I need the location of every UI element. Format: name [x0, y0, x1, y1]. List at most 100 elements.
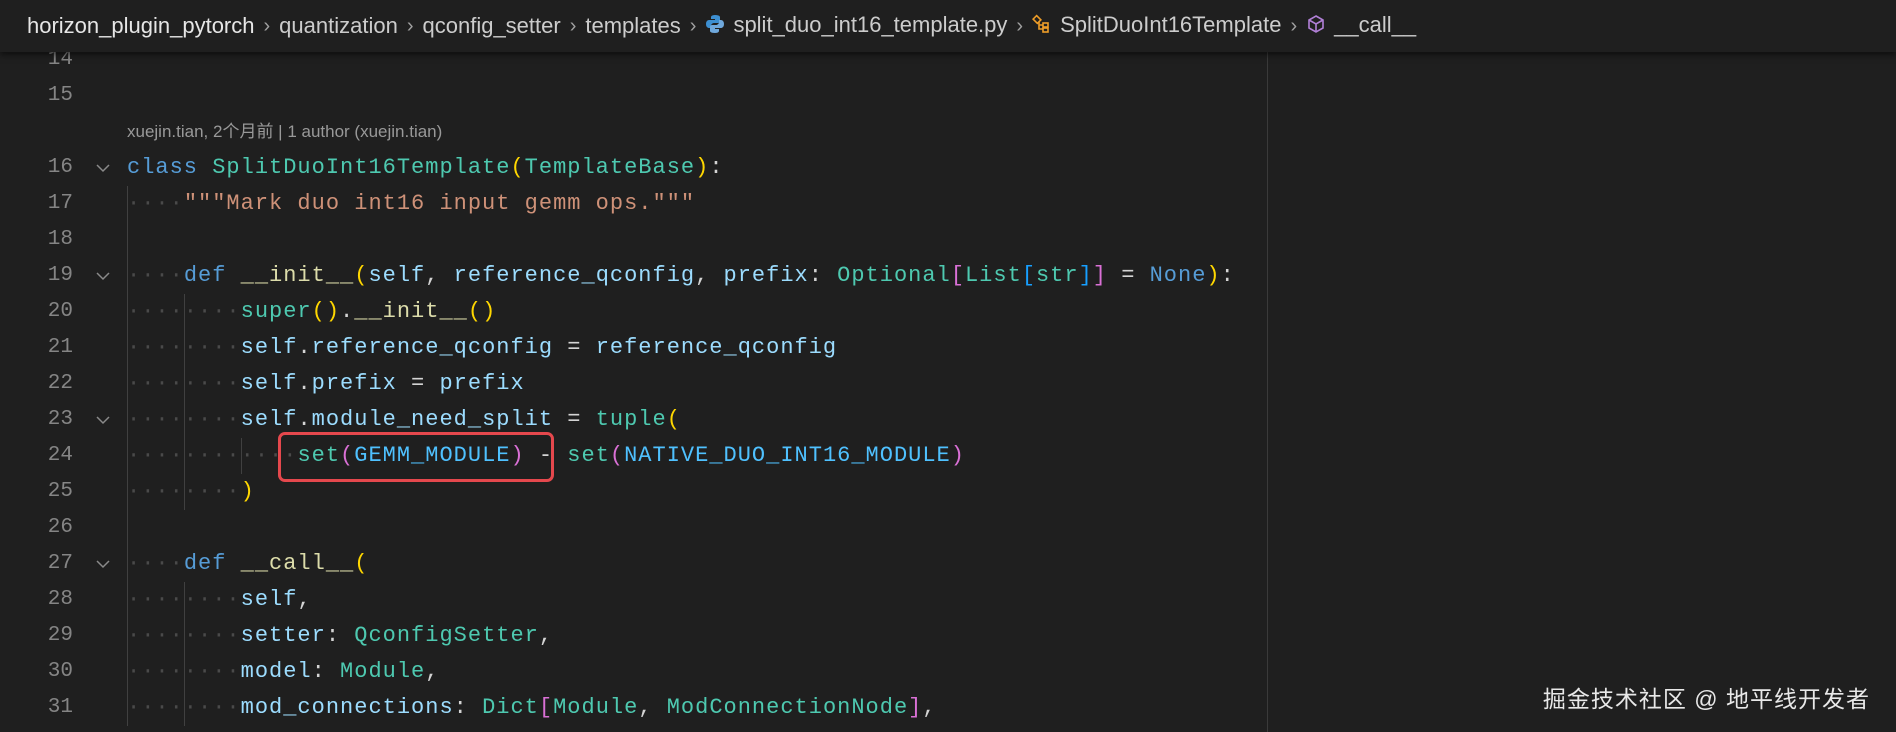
chevron-right-icon: › [406, 14, 414, 37]
code-line[interactable]: 15 [0, 78, 1267, 114]
breadcrumb-item[interactable]: SplitDuoInt16Template [1032, 12, 1281, 39]
token-punct: = [553, 335, 596, 360]
token-var: setter [240, 623, 326, 648]
code-line[interactable]: 25 ········) [0, 474, 1267, 510]
token-ws: ···· [127, 191, 184, 216]
code-line[interactable]: 31 ········mod_connections: Dict[Module, … [0, 690, 1267, 726]
token-var: module_need_split [311, 407, 554, 432]
breadcrumb-item[interactable]: templates [585, 13, 680, 39]
code-line[interactable]: 22 ········self.prefix = prefix [0, 366, 1267, 402]
token-cls: super [240, 299, 312, 324]
indent-guide [127, 222, 128, 258]
codelens-text[interactable]: xuejin.tian, 2个月前 | 1 author (xuejin.tia… [127, 114, 442, 150]
code-text[interactable]: class SplitDuoInt16Template(TemplateBase… [127, 150, 724, 186]
code-line[interactable]: 29 ········setter: QconfigSetter, [0, 618, 1267, 654]
code-text[interactable]: ········self, [127, 582, 312, 618]
breadcrumb-item[interactable]: quantization [279, 13, 398, 39]
breadcrumb-item[interactable]: split_duo_int16_template.py [705, 12, 1007, 39]
fold-chevron-icon[interactable] [94, 160, 112, 176]
fold-chevron-icon[interactable] [94, 556, 112, 572]
chevron-right-icon: › [569, 14, 577, 37]
token-cls: List [964, 263, 1022, 288]
code-text[interactable]: ········model: Module, [127, 654, 439, 690]
token-cls: TemplateBase [524, 155, 696, 180]
code-text[interactable]: ········mod_connections: Dict[Module, Mo… [127, 690, 937, 726]
line-number: 27 [47, 552, 73, 575]
code-text[interactable]: ····"""Mark duo int16 input gemm ops.""" [127, 186, 695, 222]
editor-split-divider[interactable] [1267, 52, 1268, 732]
code-text[interactable]: ····def __init__(self, reference_qconfig… [127, 258, 1235, 294]
line-number: 20 [47, 300, 73, 323]
token-punct: = [1107, 263, 1150, 288]
line-number: 24 [47, 444, 73, 467]
breadcrumb-label: quantization [279, 13, 398, 38]
token-ws: ········ [127, 623, 241, 648]
code-text[interactable]: ········super().__init__() [127, 294, 496, 330]
token-var: reference_qconfig [311, 335, 554, 360]
code-line[interactable]: 21 ········self.reference_qconfig = refer… [0, 330, 1267, 366]
breadcrumb-item[interactable]: __call__ [1306, 12, 1416, 39]
token-b1: ( [354, 263, 369, 288]
code-line[interactable]: 30 ········model: Module, [0, 654, 1267, 690]
token-punct: : [808, 263, 838, 288]
code-text[interactable]: ········self.prefix = prefix [127, 366, 525, 402]
token-var: self [368, 263, 426, 288]
token-punct: . [297, 407, 312, 432]
code-line[interactable]: 28 ········self, [0, 582, 1267, 618]
breadcrumb-item[interactable]: horizon_plugin_pytorch [27, 13, 255, 39]
code-text[interactable]: ········self.reference_qconfig = referen… [127, 330, 837, 366]
codelens-blame[interactable]: xuejin.tian, 2个月前 | 1 author (xuejin.tia… [0, 114, 1267, 150]
line-number: 21 [47, 336, 73, 359]
token-kw: def [183, 551, 241, 576]
chevron-right-icon: › [1290, 14, 1298, 37]
token-b1: ( [354, 551, 369, 576]
line-number: 30 [47, 660, 73, 683]
token-ws: ········ [127, 479, 241, 504]
token-cls: str [1035, 263, 1079, 288]
code-line[interactable]: 27 ····def __call__( [0, 546, 1267, 582]
token-punct: , [538, 623, 554, 648]
token-b2: ] [908, 695, 923, 720]
token-punct: , [425, 659, 440, 684]
token-var: prefix [311, 371, 397, 396]
fold-chevron-icon[interactable] [94, 412, 112, 428]
token-ws: ········ [127, 335, 241, 360]
token-kw: None [1149, 263, 1207, 288]
token-b3: ] [1078, 263, 1093, 288]
code-text[interactable]: ····def __call__( [127, 546, 368, 582]
token-punct: , [638, 695, 667, 720]
watermark: 掘金技术社区 @ 地平线开发者 [1542, 686, 1870, 712]
code-line[interactable]: 26 [0, 510, 1267, 546]
token-cls: Optional [837, 263, 951, 288]
line-number: 15 [47, 84, 73, 107]
token-str: """Mark duo int16 input gemm ops.""" [183, 191, 696, 216]
code-line[interactable]: 24 ············set(GEMM_MODULE) - set(NAT… [0, 438, 1267, 474]
code-line[interactable]: 17 ····"""Mark duo int16 input gemm ops."… [0, 186, 1267, 222]
token-punct: : [311, 659, 341, 684]
code-line[interactable]: 19 ····def __init__(self, reference_qconf… [0, 258, 1267, 294]
code-text[interactable]: ········setter: QconfigSetter, [127, 618, 553, 654]
code-line[interactable]: 23 ········self.module_need_split = tuple… [0, 402, 1267, 438]
line-number: 17 [47, 192, 73, 215]
code-line[interactable]: 18 [0, 222, 1267, 258]
token-b1: ( [666, 407, 681, 432]
breadcrumb: horizon_plugin_pytorch › quantization › qcon… [0, 0, 1896, 52]
code-line[interactable]: 16 class SplitDuoInt16Template(TemplateBa… [0, 150, 1267, 186]
token-kw: class [127, 155, 213, 180]
token-ws: ········ [127, 407, 241, 432]
breadcrumb-label: horizon_plugin_pytorch [27, 13, 255, 38]
token-cls: Dict [482, 695, 539, 720]
line-number: 18 [47, 228, 73, 251]
code-editor[interactable]: 14 15 xuejin.tian, 2个月前 | 1 author (xuejin… [0, 0, 1896, 732]
token-punct: = [396, 371, 440, 396]
token-punct: : [325, 623, 355, 648]
token-punct: : [453, 695, 483, 720]
token-fn: __call__ [240, 551, 355, 576]
breadcrumb-item[interactable]: qconfig_setter [423, 13, 561, 39]
line-number: 31 [47, 696, 73, 719]
code-text[interactable]: ········) [127, 474, 255, 510]
token-b2: [ [538, 695, 554, 720]
code-line[interactable]: 20 ········super().__init__() [0, 294, 1267, 330]
fold-chevron-icon[interactable] [94, 268, 112, 284]
token-ws: ········ [127, 695, 241, 720]
